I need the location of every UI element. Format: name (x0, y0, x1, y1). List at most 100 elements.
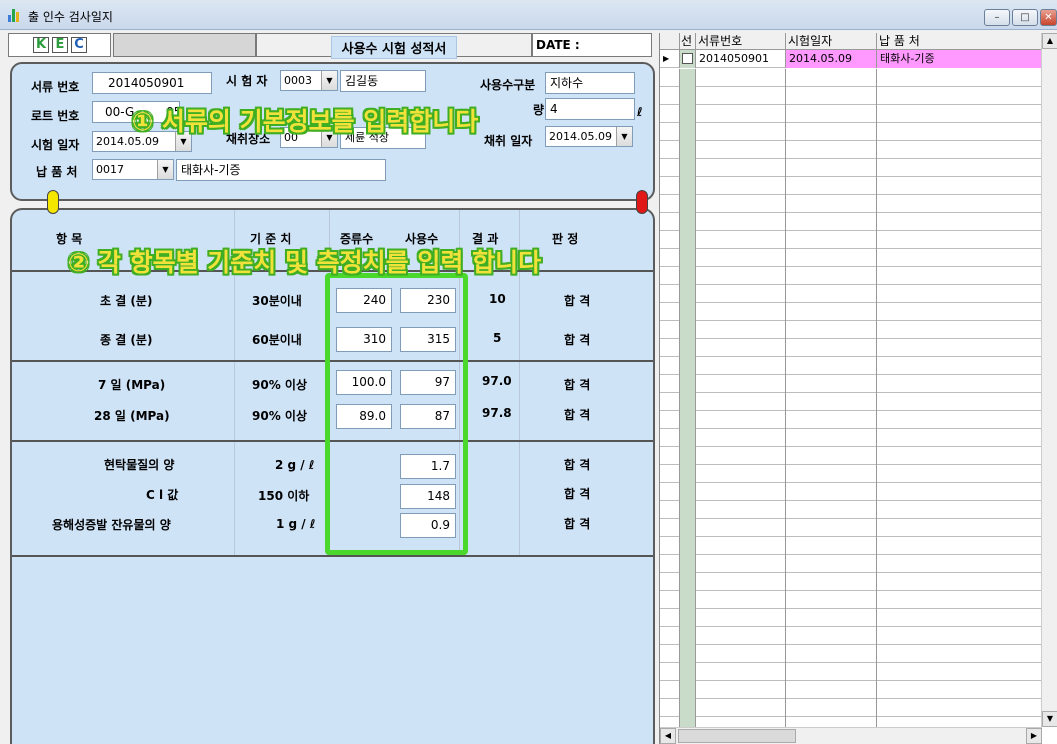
empty-row[interactable] (660, 501, 1042, 519)
chevron-down-icon[interactable]: ▼ (321, 71, 337, 90)
empty-row[interactable] (660, 411, 1042, 429)
empty-row[interactable] (660, 609, 1042, 627)
empty-cell (696, 483, 786, 501)
scroll-right-icon[interactable]: ▶ (1026, 728, 1042, 744)
empty-row[interactable] (660, 555, 1042, 573)
horizontal-scrollbar[interactable]: ◀ ▶ (660, 727, 1042, 744)
empty-row[interactable] (660, 123, 1042, 141)
grid-supplier[interactable]: 태화사-기증 (877, 50, 1042, 68)
empty-cell (786, 393, 877, 411)
empty-row[interactable] (660, 645, 1042, 663)
scroll-left-icon[interactable]: ◀ (660, 728, 676, 744)
empty-cell (680, 159, 696, 177)
empty-cell (877, 321, 1042, 339)
empty-row[interactable] (660, 231, 1042, 249)
scroll-down-icon[interactable]: ▼ (1042, 711, 1057, 727)
empty-row[interactable] (660, 141, 1042, 159)
empty-cell (877, 69, 1042, 87)
chevron-down-icon[interactable]: ▼ (157, 160, 173, 179)
vertical-scrollbar[interactable]: ▲ ▼ (1041, 33, 1057, 727)
empty-row[interactable] (660, 177, 1042, 195)
minimize-button[interactable]: – (984, 9, 1010, 26)
supplier-code-combo[interactable]: 0017 ▼ (92, 159, 174, 180)
grid-header-doc-no[interactable]: 서류번호 (696, 33, 786, 50)
empty-cell (877, 87, 1042, 105)
empty-cell (696, 555, 786, 573)
empty-cell (786, 609, 877, 627)
empty-row[interactable] (660, 285, 1042, 303)
empty-cell (680, 501, 696, 519)
tester-code-combo[interactable]: 0003 ▼ (280, 70, 338, 91)
empty-row[interactable] (660, 681, 1042, 699)
empty-row[interactable] (660, 87, 1042, 105)
empty-cell (696, 321, 786, 339)
kec-logo: K E C (8, 33, 111, 57)
grid-header-supplier[interactable]: 납 품 처 (877, 33, 1042, 50)
empty-cell (660, 357, 680, 375)
row-standard: 2 g / ℓ (275, 458, 315, 472)
grid-header-test-date[interactable]: 시험일자 (786, 33, 877, 50)
empty-cell (786, 105, 877, 123)
empty-cell (696, 519, 786, 537)
empty-row[interactable] (660, 591, 1042, 609)
water-type-field[interactable]: 지하수 (545, 72, 635, 94)
close-button[interactable]: ✕ (1040, 9, 1057, 26)
empty-row[interactable] (660, 465, 1042, 483)
empty-row[interactable] (660, 105, 1042, 123)
empty-row[interactable] (660, 429, 1042, 447)
empty-row[interactable] (660, 357, 1042, 375)
grid-header-select-label: 선 (680, 33, 696, 50)
empty-row[interactable] (660, 249, 1042, 267)
chevron-down-icon[interactable]: ▼ (616, 127, 632, 146)
empty-row[interactable] (660, 267, 1042, 285)
tester-name-field[interactable]: 김길동 (340, 70, 426, 92)
scroll-thumb[interactable] (678, 729, 796, 743)
row-checkbox-cell[interactable] (680, 50, 696, 68)
empty-row[interactable] (660, 699, 1042, 717)
empty-cell (680, 267, 696, 285)
empty-row[interactable] (660, 519, 1042, 537)
empty-cell (786, 663, 877, 681)
checkbox-icon[interactable] (682, 53, 693, 64)
empty-cell (877, 681, 1042, 699)
supplier-name-field[interactable]: 태화사-기증 (176, 159, 386, 181)
empty-cell (696, 627, 786, 645)
row-result: 97.0 (482, 374, 512, 388)
empty-cell (786, 357, 877, 375)
empty-cell (877, 177, 1042, 195)
empty-row[interactable] (660, 321, 1042, 339)
empty-cell (786, 267, 877, 285)
grid-test-date[interactable]: 2014.05.09 (786, 50, 877, 68)
scroll-up-icon[interactable]: ▲ (1042, 33, 1057, 49)
col-judge-header: 판 정 (552, 232, 579, 246)
empty-cell (696, 357, 786, 375)
empty-row[interactable] (660, 69, 1042, 87)
empty-row[interactable] (660, 393, 1042, 411)
empty-cell (877, 141, 1042, 159)
empty-row[interactable] (660, 447, 1042, 465)
doc-no-field[interactable]: 2014050901 (92, 72, 212, 94)
empty-row[interactable] (660, 375, 1042, 393)
red-indicator (636, 190, 648, 214)
empty-cell (680, 681, 696, 699)
grid-doc-no[interactable]: 2014050901 (696, 50, 786, 68)
sample-date-combo[interactable]: 2014.05.09 ▼ (545, 126, 633, 147)
empty-cell (680, 357, 696, 375)
empty-cell (680, 285, 696, 303)
empty-row[interactable] (660, 303, 1042, 321)
report-title-box: 사용수 시험 성적서 (256, 33, 532, 59)
maximize-button[interactable]: □ (1012, 9, 1038, 26)
empty-row[interactable] (660, 159, 1042, 177)
row-item: 용해성증발 잔유물의 양 (52, 518, 171, 532)
empty-row[interactable] (660, 195, 1042, 213)
sample-date-value: 2014.05.09 (549, 130, 612, 143)
empty-row[interactable] (660, 663, 1042, 681)
empty-row[interactable] (660, 573, 1042, 591)
empty-row[interactable] (660, 339, 1042, 357)
empty-row[interactable] (660, 627, 1042, 645)
empty-row[interactable] (660, 537, 1042, 555)
empty-row[interactable] (660, 213, 1042, 231)
empty-row[interactable] (660, 483, 1042, 501)
table-row[interactable]: ▶ 2014050901 2014.05.09 태화사-기증 (660, 50, 1042, 68)
qty-field[interactable]: 4 (545, 98, 635, 120)
